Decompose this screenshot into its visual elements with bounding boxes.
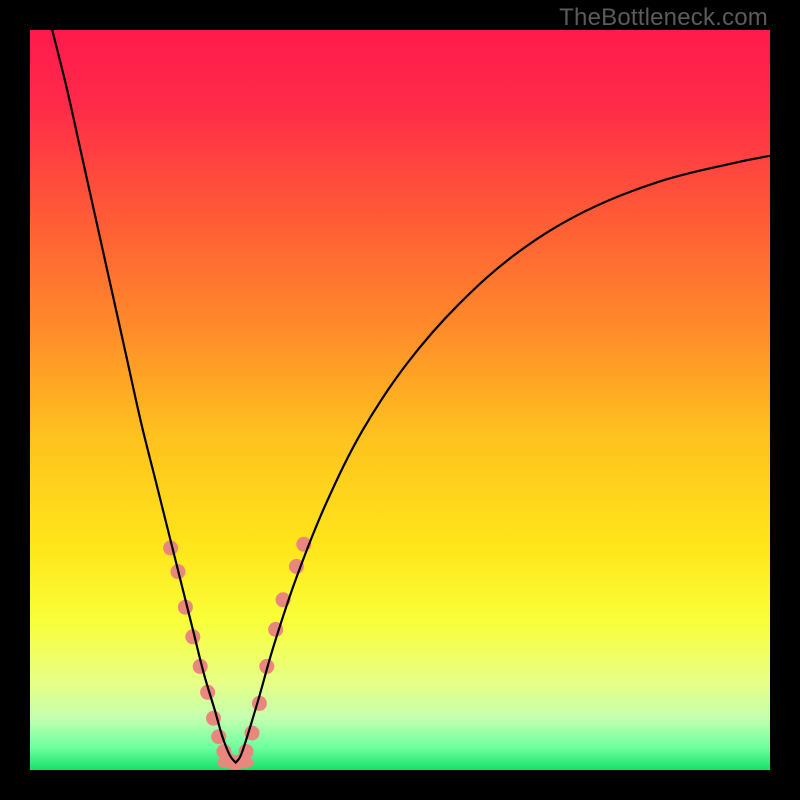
- watermark-text: TheBottleneck.com: [559, 4, 768, 32]
- curve-right: [236, 156, 770, 763]
- curve-layer: [30, 30, 770, 770]
- curve-left: [52, 30, 236, 763]
- chart-frame: TheBottleneck.com: [0, 0, 800, 800]
- plot-area: [30, 30, 770, 770]
- scatter-dots: [163, 537, 311, 770]
